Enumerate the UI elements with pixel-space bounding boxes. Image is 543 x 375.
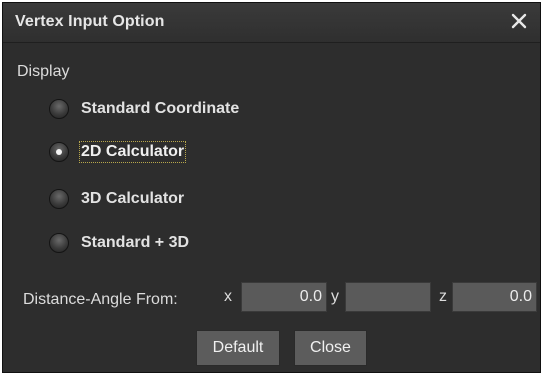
z-axis-label: z <box>439 288 447 305</box>
dialog-title: Vertex Input Option <box>15 13 165 30</box>
radio-icon[interactable] <box>49 189 69 209</box>
radio-icon[interactable] <box>49 233 69 253</box>
default-button[interactable]: Default <box>196 330 280 366</box>
radio-label[interactable]: 3D Calculator <box>81 190 184 208</box>
radio-3d-calculator[interactable]: 3D Calculator <box>49 186 184 212</box>
title-bar[interactable]: Vertex Input Option <box>3 3 540 43</box>
x-axis-label: x <box>224 288 232 305</box>
display-label: Display <box>17 63 70 80</box>
y-input[interactable] <box>345 282 431 312</box>
radio-icon[interactable] <box>49 142 69 162</box>
radio-label[interactable]: 2D Calculator <box>78 141 187 163</box>
close-button[interactable]: Close <box>294 330 367 366</box>
radio-2d-calculator[interactable]: 2D Calculator <box>49 139 187 165</box>
close-icon[interactable] <box>508 10 530 32</box>
radio-icon[interactable] <box>49 99 69 119</box>
distance-angle-label: Distance-Angle From: <box>23 291 178 308</box>
z-input[interactable]: 0.0 <box>452 282 537 312</box>
vertex-input-option-dialog: Vertex Input Option Display Standard Coo… <box>2 2 541 373</box>
radio-standard-plus-3d[interactable]: Standard + 3D <box>49 230 189 256</box>
radio-standard-coordinate[interactable]: Standard Coordinate <box>49 96 239 122</box>
x-input[interactable]: 0.0 <box>241 282 327 312</box>
radio-label[interactable]: Standard + 3D <box>81 234 189 252</box>
radio-label[interactable]: Standard Coordinate <box>81 100 239 118</box>
y-axis-label: y <box>331 288 339 305</box>
